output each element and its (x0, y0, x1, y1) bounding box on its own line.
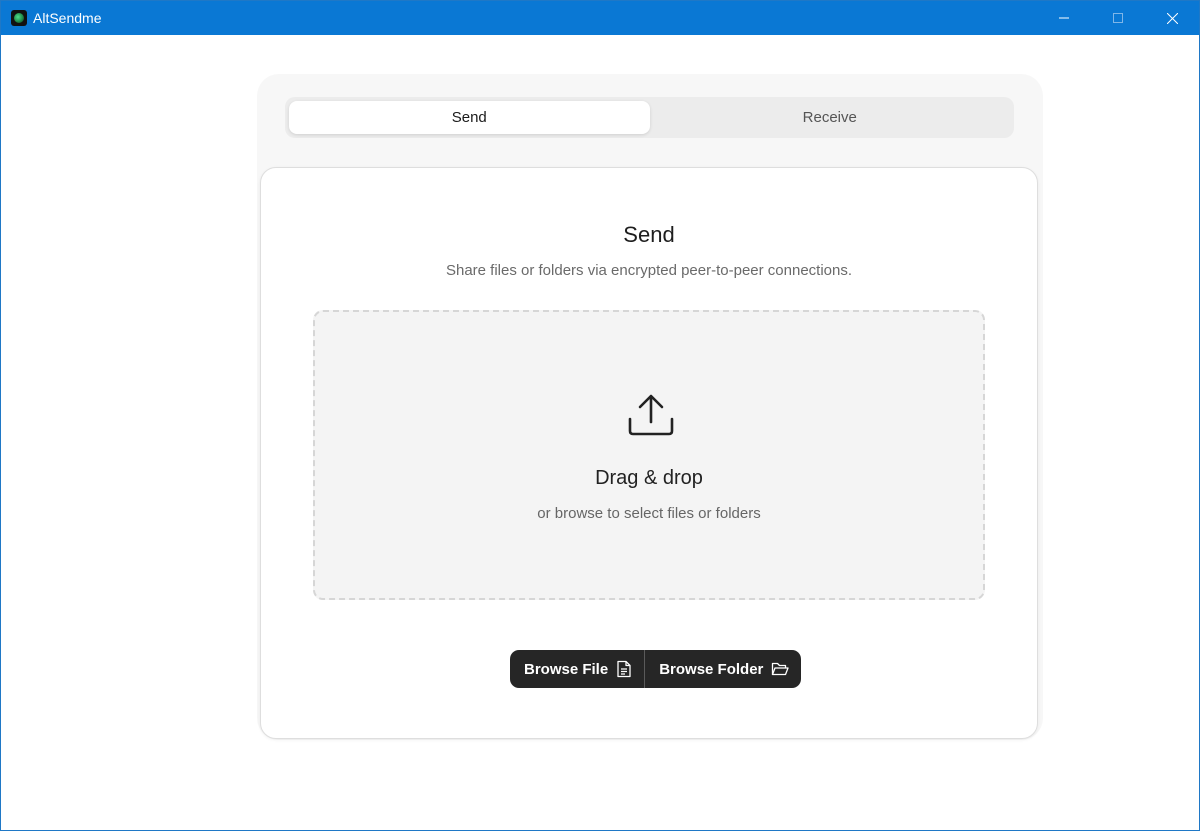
maximize-button[interactable] (1091, 1, 1145, 35)
drop-zone[interactable]: Drag & drop or browse to select files or… (313, 310, 985, 600)
window-controls (1037, 1, 1199, 35)
tab-send[interactable]: Send (289, 101, 650, 134)
upload-icon (628, 394, 674, 436)
file-icon (616, 660, 632, 678)
browse-file-label: Browse File (524, 660, 609, 678)
drop-zone-title: Drag & drop (595, 467, 703, 489)
send-panel: Send Share files or folders via encrypte… (260, 167, 1038, 739)
panel-title: Send (623, 222, 675, 247)
tab-receive[interactable]: Receive (650, 101, 1011, 134)
window-title: AltSendme (33, 10, 102, 26)
close-button[interactable] (1145, 1, 1199, 35)
panel-subtitle: Share files or folders via encrypted pee… (445, 262, 853, 279)
browse-file-button[interactable]: Browse File (510, 650, 644, 688)
maximize-icon (1113, 13, 1123, 23)
mode-tabs: Send Receive (285, 97, 1014, 138)
folder-open-icon (771, 661, 790, 677)
close-icon (1166, 12, 1178, 24)
title-bar[interactable]: AltSendme (1, 1, 1199, 35)
drop-zone-subtitle: or browse to select files or folders (537, 505, 761, 522)
main-content: Send Receive Send Share files or folders… (1, 35, 1199, 830)
browse-folder-button[interactable]: Browse Folder (644, 650, 801, 688)
app-window: AltSendme Send Receive Send Share files … (0, 0, 1200, 831)
app-logo-icon (11, 10, 27, 26)
browse-folder-label: Browse Folder (659, 660, 764, 678)
transfer-card: Send Receive Send Share files or folders… (257, 74, 1043, 740)
minimize-icon (1059, 17, 1069, 19)
browse-button-group: Browse File Browse Folder (510, 650, 802, 688)
minimize-button[interactable] (1037, 1, 1091, 35)
